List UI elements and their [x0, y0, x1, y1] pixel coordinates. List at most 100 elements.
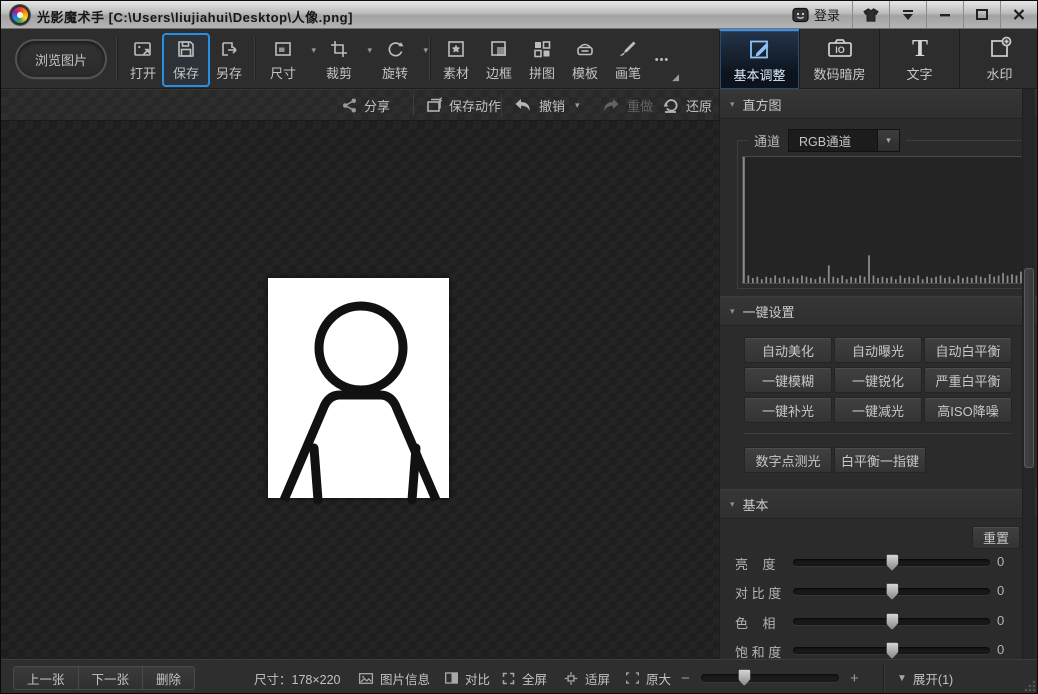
scrollbar-thumb[interactable] [1024, 268, 1034, 468]
one-key-button[interactable]: 一键模糊 [744, 367, 832, 393]
fit-screen-icon [564, 671, 578, 685]
close-button[interactable] [1000, 1, 1037, 28]
open-button[interactable]: 打开 [121, 35, 165, 85]
action-bar: 分享 保存动作 撤销 ▾ 重做 还原 [1, 89, 719, 121]
restore-button[interactable]: 还原 [661, 89, 712, 121]
slider-thumb[interactable] [885, 554, 899, 571]
one-key-button[interactable]: 高ISO降噪 [924, 397, 1012, 423]
frame-button[interactable]: 边框 [477, 35, 521, 85]
chevron-down-icon[interactable]: ▾ [423, 45, 428, 56]
histogram-plot [743, 157, 1027, 283]
resize-button[interactable]: 尺寸 ▾ [261, 35, 316, 85]
rollup-button[interactable] [889, 1, 926, 28]
brightness-slider[interactable] [793, 554, 990, 571]
one-key-button[interactable]: 数字点测光 [744, 447, 832, 473]
redo-button[interactable]: 重做 [601, 89, 653, 121]
mode-tabs: 基本调整 IO 数码暗房 T 文字 水印 [719, 29, 1037, 89]
image-size-info: 尺寸：178×220 [254, 672, 341, 687]
tab-watermark[interactable]: 水印 [959, 29, 1037, 89]
share-button[interactable]: 分享 [341, 89, 390, 121]
one-key-button[interactable]: 白平衡一指键 [834, 447, 926, 473]
channel-dropdown[interactable]: RGB通道 ▾ [788, 129, 901, 152]
maximize-button[interactable] [963, 1, 1000, 28]
slider-thumb[interactable] [885, 583, 899, 600]
slider-thumb[interactable] [885, 613, 899, 630]
save-action-button[interactable]: 保存动作 [425, 89, 501, 121]
slider-thumb[interactable] [885, 642, 899, 659]
toolbar-separator [254, 37, 255, 81]
saturation-slider[interactable] [793, 642, 990, 659]
one-key-button[interactable]: 自动白平衡 [924, 337, 1012, 363]
one-key-button[interactable]: 一键减光 [834, 397, 922, 423]
skin-button[interactable] [852, 1, 889, 28]
basic-section-header[interactable]: ▾ 基本 [720, 489, 1037, 519]
resize-grip[interactable] [1024, 680, 1036, 692]
next-image-button[interactable]: 下一张 [78, 666, 144, 690]
compare-button[interactable]: 对比 [444, 660, 490, 693]
delete-image-button[interactable]: 删除 [143, 666, 196, 690]
login-button[interactable]: 登录 [780, 1, 852, 28]
tab-digital-darkroom[interactable]: IO 数码暗房 [799, 29, 879, 89]
main-toolbar: 浏览图片 打开 保存 另存 尺寸 ▾ 裁剪 ▾ 旋转 ▾ 素材 边框 拼图 模板… [1, 29, 1037, 89]
histogram-section-header[interactable]: ▾ 直方图 [720, 89, 1037, 119]
one-key-button[interactable]: 自动美化 [744, 337, 832, 363]
portrait-image[interactable] [268, 278, 449, 505]
more-dots-icon: ••• [654, 54, 670, 66]
expand-panel-button[interactable]: ▼ 展开(1) [897, 660, 953, 693]
save-button[interactable]: 保存 [162, 33, 210, 87]
chevron-down-icon[interactable]: ▾ [367, 45, 372, 56]
tab-basic-adjust[interactable]: 基本调整 [719, 29, 799, 89]
toolbar-separator [116, 37, 117, 81]
template-button[interactable]: 模板 [563, 35, 607, 85]
image-info-button[interactable]: 图片信息 [358, 660, 430, 693]
one-key-button[interactable]: 一键补光 [744, 397, 832, 423]
more-tools-button[interactable]: ••• ◢ [643, 35, 681, 85]
chevron-down-icon[interactable]: ▾ [575, 100, 580, 111]
contrast-value: 0 [997, 583, 1005, 598]
redo-icon [604, 99, 619, 111]
fit-screen-button[interactable]: 适屏 [563, 660, 610, 693]
one-key-button[interactable]: 自动曝光 [834, 337, 922, 363]
image-canvas[interactable] [1, 121, 719, 659]
zoom-out-button[interactable]: − [681, 660, 690, 693]
actionbar-separator [413, 94, 414, 116]
fullscreen-icon [502, 672, 515, 684]
zoom-in-button[interactable]: + [850, 660, 859, 693]
app-window: 光影魔术手 [C:\Users\liujiahui\Desktop\人像.png… [0, 0, 1038, 694]
open-icon [133, 38, 153, 60]
minimize-button[interactable] [926, 1, 963, 28]
restore-icon [663, 99, 678, 113]
dropdown-caret-icon[interactable]: ▾ [877, 130, 900, 151]
hue-value: 0 [997, 613, 1005, 628]
zoom-slider-thumb[interactable] [737, 669, 751, 686]
contrast-slider[interactable] [793, 583, 990, 600]
original-size-button[interactable]: 原大 [625, 660, 671, 693]
fullscreen-button[interactable]: 全屏 [501, 660, 547, 693]
rotate-button[interactable]: 旋转 ▾ [373, 35, 428, 85]
brightness-slider-row: 亮 度 0 [735, 554, 1005, 572]
one-key-section-header[interactable]: ▾ 一键设置 [720, 296, 1037, 326]
zoom-slider[interactable] [701, 669, 839, 686]
user-avatar-icon [792, 7, 809, 22]
browse-images-button[interactable]: 浏览图片 [15, 39, 107, 79]
material-button[interactable]: 素材 [434, 35, 478, 85]
svg-text:T: T [911, 36, 927, 62]
undo-icon [515, 99, 530, 111]
watermark-icon [987, 35, 1013, 61]
brightness-value: 0 [997, 554, 1005, 569]
chevron-down-icon[interactable]: ▾ [311, 45, 316, 56]
panel-scrollbar[interactable] [1022, 89, 1035, 659]
save-as-button[interactable]: 另存 [207, 35, 251, 85]
one-key-button[interactable]: 严重白平衡 [924, 367, 1012, 393]
hue-slider[interactable] [793, 613, 990, 630]
reset-button[interactable]: 重置 [972, 526, 1020, 549]
collage-button[interactable]: 拼图 [520, 35, 564, 85]
prev-image-button[interactable]: 上一张 [13, 666, 79, 690]
minimize-icon [940, 13, 950, 16]
undo-button[interactable]: 撤销 ▾ [513, 89, 580, 121]
tab-text[interactable]: T 文字 [879, 29, 959, 89]
basic-adjust-icon [747, 36, 773, 62]
crop-button[interactable]: 裁剪 ▾ [317, 35, 372, 85]
saturation-value: 0 [997, 642, 1005, 657]
one-key-button[interactable]: 一键锐化 [834, 367, 922, 393]
